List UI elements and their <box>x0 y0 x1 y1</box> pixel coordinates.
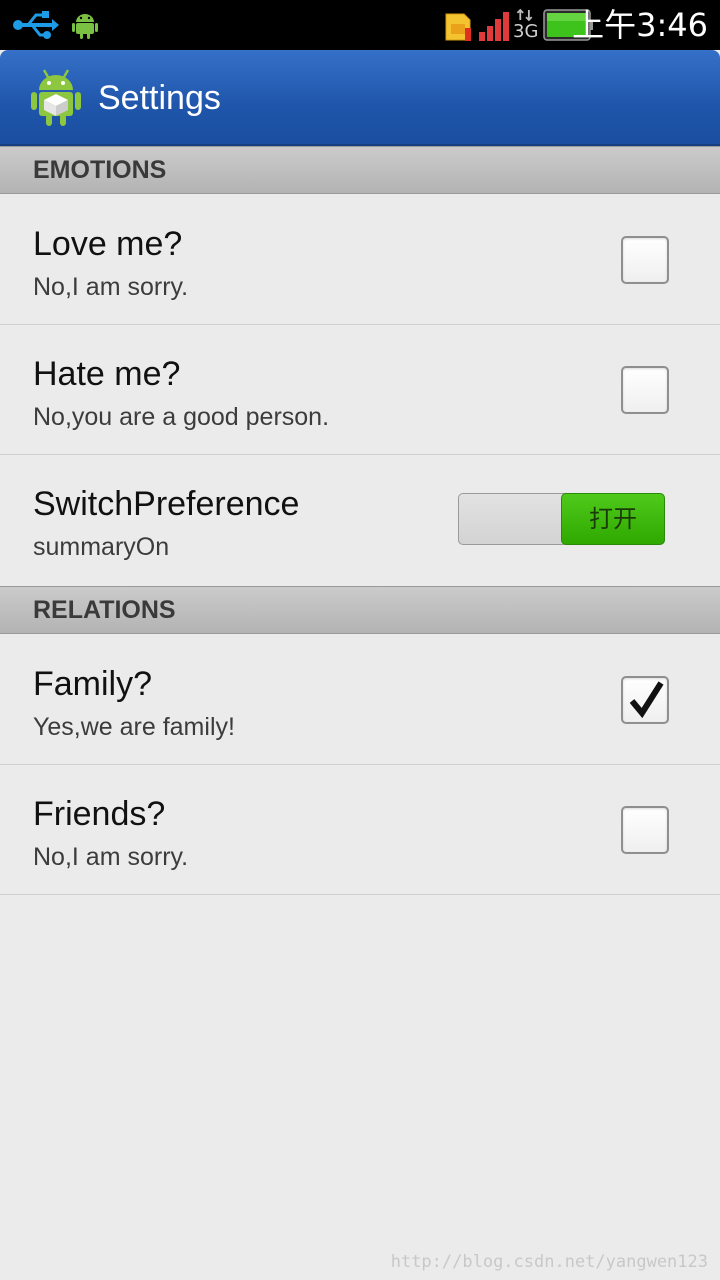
sim-icon <box>445 13 471 41</box>
pref-title: SwitchPreference <box>33 485 300 523</box>
pref-summary: No,you are a good person. <box>33 403 330 431</box>
status-bar: 3G 上午3:46 <box>0 0 720 50</box>
family-checkbox[interactable] <box>621 676 669 724</box>
category-title: EMOTIONS <box>33 156 167 184</box>
network-type-label: 3G <box>513 21 539 42</box>
android-app-icon[interactable] <box>30 68 82 128</box>
pref-switch-preference[interactable]: SwitchPreference summaryOn 打开 <box>0 455 720 585</box>
pref-hate-me[interactable]: Hate me? No,you are a good person. <box>0 325 720 455</box>
pref-friends[interactable]: Friends? No,I am sorry. <box>0 765 720 895</box>
switch-toggle[interactable]: 打开 <box>458 493 665 545</box>
pref-summary: summaryOn <box>33 533 170 561</box>
category-title: RELATIONS <box>33 596 176 624</box>
android-debug-icon <box>72 14 98 39</box>
status-clock: 上午3:46 <box>572 6 708 44</box>
watermark: http://blog.csdn.net/yangwen123 <box>390 1252 708 1272</box>
pref-family[interactable]: Family? Yes,we are family! <box>0 635 720 765</box>
pref-summary: Yes,we are family! <box>33 713 235 741</box>
friends-checkbox[interactable] <box>621 806 669 854</box>
pref-summary: No,I am sorry. <box>33 843 189 871</box>
pref-love-me[interactable]: Love me? No,I am sorry. <box>0 195 720 325</box>
hate-me-checkbox[interactable] <box>621 366 669 414</box>
category-header-relations: RELATIONS <box>0 586 720 634</box>
love-me-checkbox[interactable] <box>621 236 669 284</box>
pref-title: Hate me? <box>33 355 181 393</box>
page-title: Settings <box>98 79 221 117</box>
pref-title: Family? <box>33 665 153 703</box>
category-header-emotions: EMOTIONS <box>0 146 720 194</box>
checkmark-icon <box>629 681 664 719</box>
data-3g-icon: 3G <box>512 8 540 44</box>
usb-icon <box>13 11 59 39</box>
signal-icon <box>479 12 509 41</box>
pref-title: Love me? <box>33 225 183 263</box>
pref-summary: No,I am sorry. <box>33 273 189 301</box>
switch-on-label: 打开 <box>561 493 665 545</box>
pref-title: Friends? <box>33 795 166 833</box>
action-bar: Settings <box>0 50 720 146</box>
